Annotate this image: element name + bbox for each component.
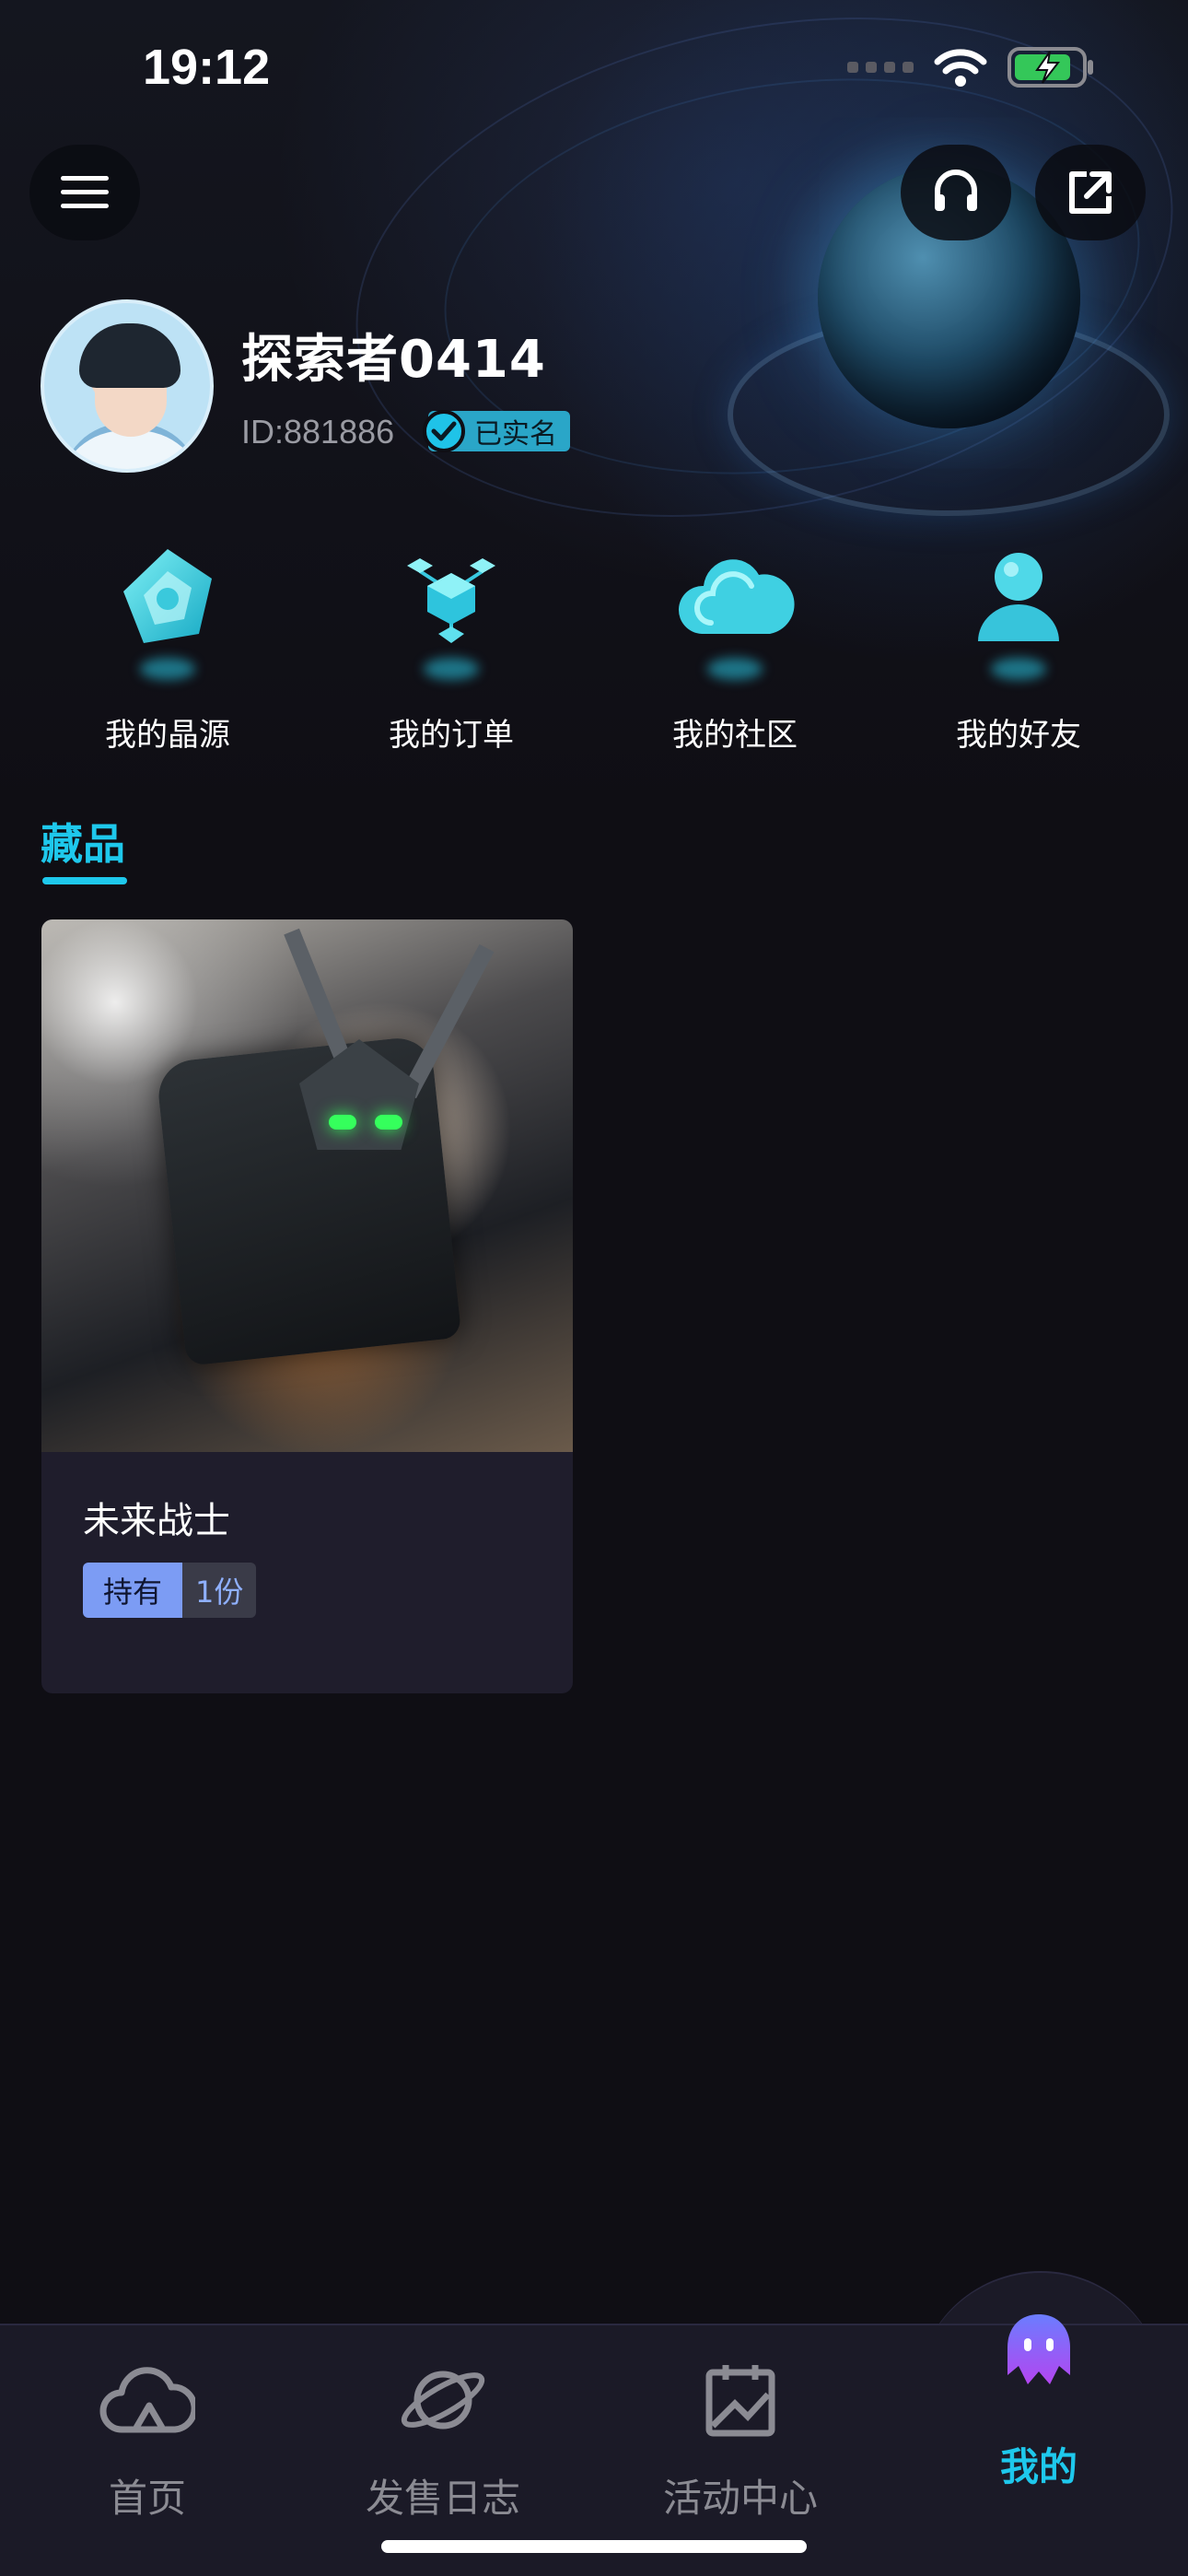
share-button[interactable] (1035, 145, 1146, 240)
verified-label: 已实名 (474, 418, 557, 451)
quick-action-label: 我的晶源 (105, 717, 230, 754)
status-time: 19:12 (143, 40, 271, 95)
quick-action-crystal[interactable]: 我的晶源 (62, 534, 274, 755)
calendar-icon (690, 2359, 791, 2441)
nav-item-release-log[interactable]: 发售日志 (328, 2359, 558, 2523)
crystal-gem-icon (103, 534, 232, 680)
quick-action-community[interactable]: 我的社区 (629, 534, 841, 755)
cubes-network-icon (387, 534, 516, 680)
external-link-icon (1069, 171, 1112, 214)
quick-action-label: 我的好友 (956, 717, 1081, 754)
quick-action-friends[interactable]: 我的好友 (913, 534, 1124, 755)
cloud-home-icon (97, 2359, 198, 2441)
headset-icon (935, 170, 977, 211)
cloud-icon (670, 534, 799, 680)
person-icon (954, 534, 1083, 680)
quick-action-orders[interactable]: 我的订单 (345, 534, 557, 755)
user-id: ID:881886 (241, 413, 395, 451)
status-icons (847, 46, 1096, 88)
home-indicator (381, 2540, 807, 2553)
collection-card-image (41, 919, 573, 1452)
nav-item-home[interactable]: 首页 (32, 2359, 262, 2523)
nav-label: 发售日志 (365, 2476, 520, 2521)
verified-badge: 已实名 (423, 410, 570, 452)
nav-label: 我的 (999, 2444, 1077, 2489)
planet-icon (392, 2359, 494, 2441)
tab-underline (42, 877, 127, 884)
collection-card-title: 未来战士 (83, 1500, 230, 1542)
holding-label: 持有 (83, 1563, 183, 1618)
ghost-avatar-icon (988, 2308, 1089, 2395)
tab-collection[interactable]: 藏品 (41, 811, 125, 872)
battery-icon (1007, 47, 1093, 88)
collection-card[interactable]: 未来战士 持有 1份 (41, 919, 573, 1693)
holding-badge: 持有 1份 (83, 1563, 257, 1618)
customer-service-button[interactable] (901, 145, 1011, 240)
nav-label: 首页 (108, 2476, 186, 2521)
cellular-signal-icon (847, 62, 914, 73)
username: 探索者0414 (241, 330, 546, 390)
holding-value: 1份 (182, 1563, 257, 1618)
menu-button[interactable] (29, 145, 140, 240)
check-circle-icon (423, 410, 465, 452)
quick-action-label: 我的社区 (672, 717, 798, 754)
avatar[interactable] (41, 299, 214, 473)
wifi-icon (934, 49, 987, 87)
nav-label: 活动中心 (662, 2476, 818, 2521)
nav-item-mine[interactable]: 我的 (924, 2308, 1154, 2492)
nav-item-activity-center[interactable]: 活动中心 (625, 2359, 856, 2523)
menu-icon (61, 176, 109, 208)
quick-action-label: 我的订单 (389, 717, 514, 754)
